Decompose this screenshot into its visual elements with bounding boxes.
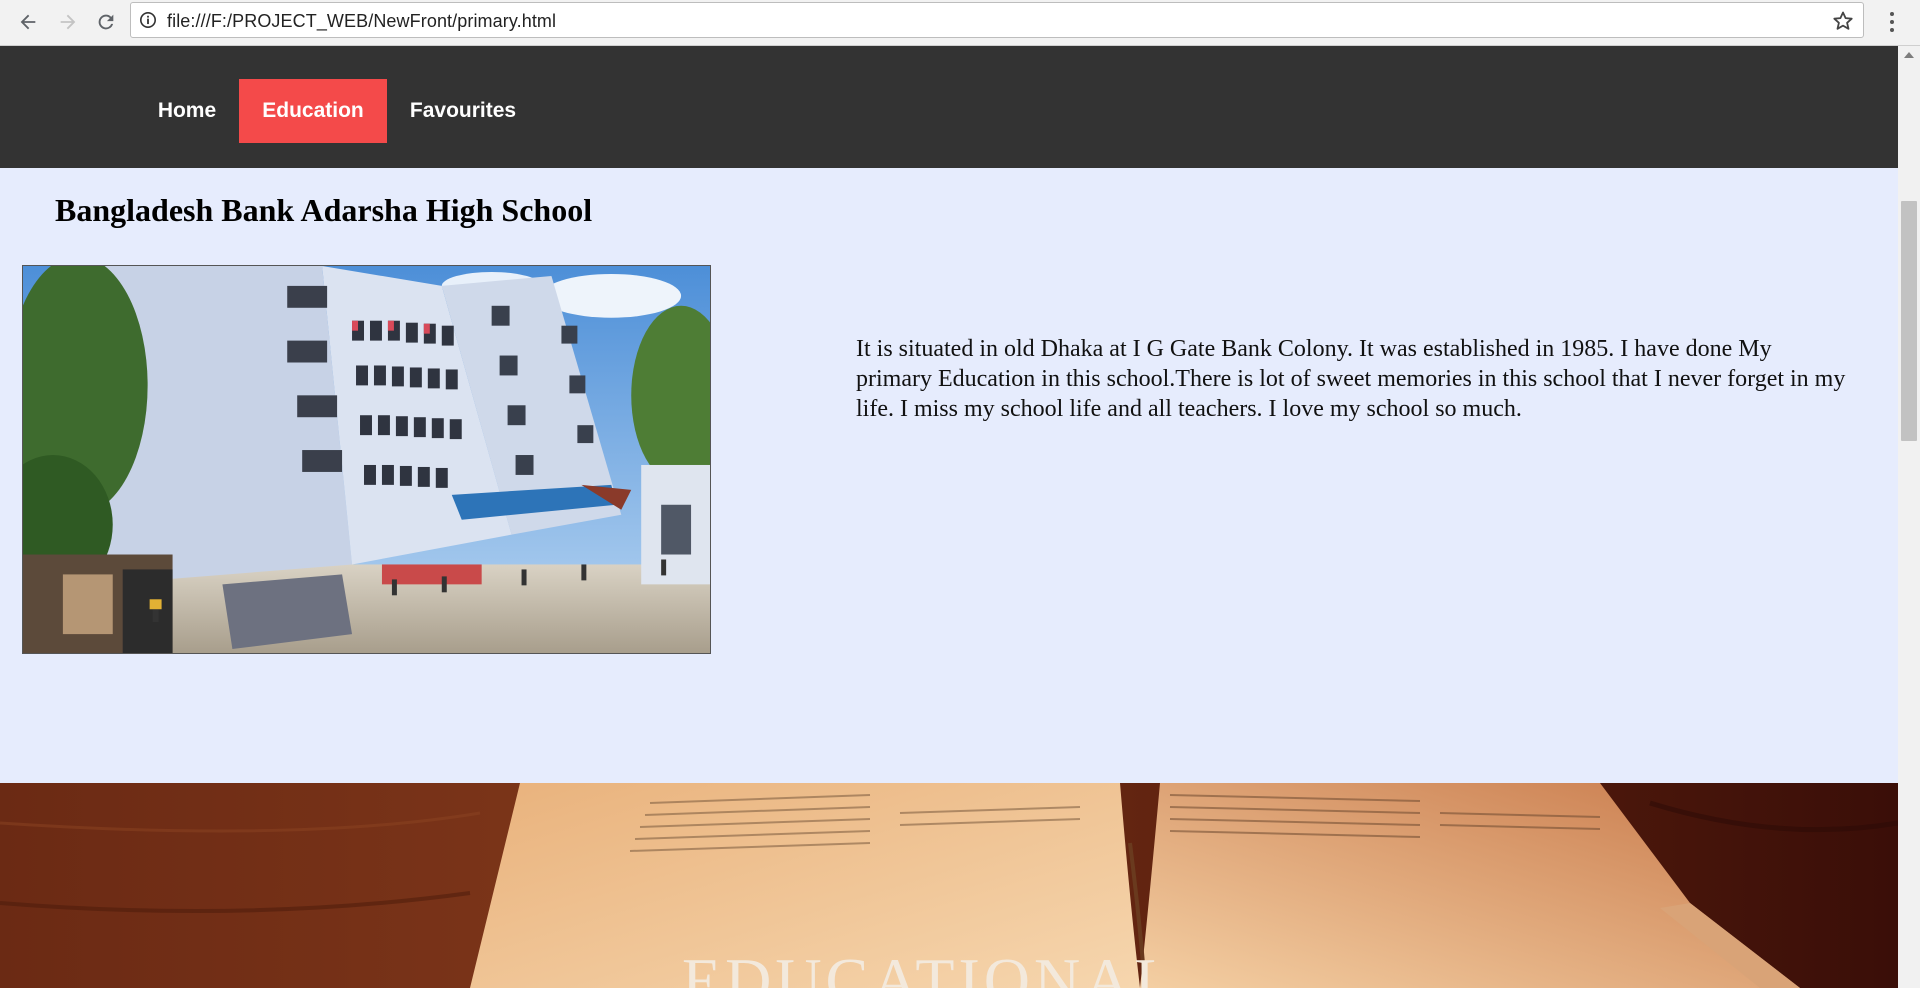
star-icon[interactable] bbox=[1831, 9, 1855, 33]
school-building-image bbox=[23, 266, 710, 653]
vertical-dots-icon bbox=[1890, 12, 1894, 16]
address-bar[interactable]: file:///F:/PROJECT_WEB/NewFront/primary.… bbox=[130, 2, 1864, 38]
hero-title: EDUCATIONAL bbox=[682, 945, 1178, 988]
scrollbar-thumb[interactable] bbox=[1901, 201, 1917, 441]
browser-toolbar: file:///F:/PROJECT_WEB/NewFront/primary.… bbox=[0, 0, 1920, 46]
scroll-up-arrow-icon[interactable] bbox=[1904, 52, 1914, 58]
hero-banner: EDUCATIONAL bbox=[0, 783, 1898, 988]
arrow-left-icon bbox=[20, 14, 36, 30]
top-navigation-bar: Home Education Favourites bbox=[0, 46, 1898, 168]
school-photo bbox=[22, 265, 711, 654]
school-title: Bangladesh Bank Adarsha High School bbox=[55, 192, 593, 228]
vertical-scrollbar[interactable] bbox=[1898, 46, 1920, 988]
school-section: Bangladesh Bank Adarsha High School It i… bbox=[0, 168, 1898, 783]
nav-link-favourites[interactable]: Favourites bbox=[389, 79, 537, 143]
back-button[interactable] bbox=[14, 8, 42, 36]
reload-icon bbox=[98, 14, 114, 30]
url-text[interactable]: file:///F:/PROJECT_WEB/NewFront/primary.… bbox=[167, 11, 556, 32]
page-viewport: Home Education Favourites Bangladesh Ban… bbox=[0, 46, 1898, 988]
reload-button[interactable] bbox=[92, 8, 120, 36]
info-icon[interactable] bbox=[139, 11, 157, 29]
arrow-right-icon bbox=[60, 14, 76, 30]
browser-menu-button[interactable] bbox=[1880, 8, 1904, 36]
nav-link-home[interactable]: Home bbox=[138, 79, 236, 143]
forward-button[interactable] bbox=[54, 8, 82, 36]
school-description: It is situated in old Dhaka at I G Gate … bbox=[856, 336, 1846, 422]
nav-link-education[interactable]: Education bbox=[239, 79, 387, 143]
